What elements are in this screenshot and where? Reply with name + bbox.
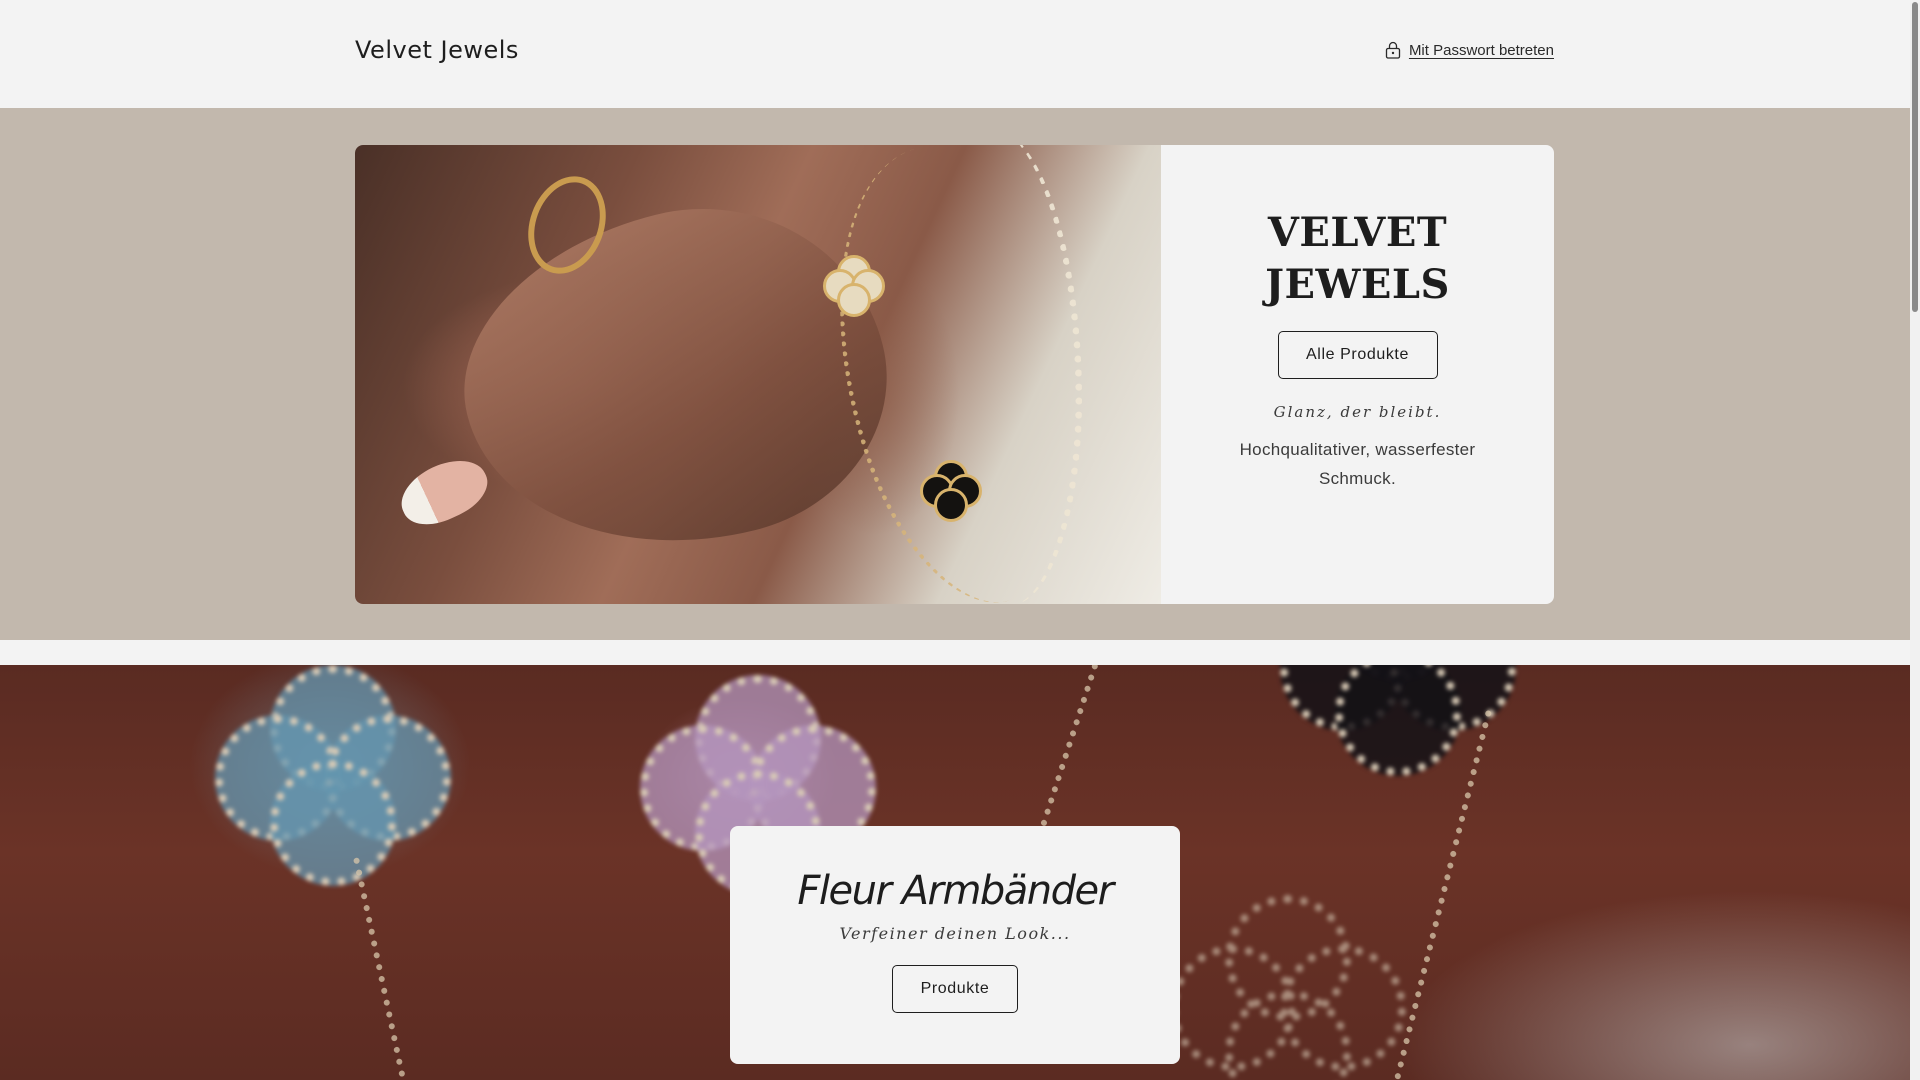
site-header: Velvet Jewels Mit Passwort betreten: [0, 0, 1910, 108]
hero-title: VELVET JEWELS: [1265, 209, 1450, 308]
hero-card: VELVET JEWELS Alle Produkte Glanz, der b…: [355, 145, 1554, 604]
hero-image: [355, 145, 1161, 604]
hero-description: Hochqualitativer, wasserfester Schmuck.: [1239, 440, 1476, 488]
gold-clover-charm-2: [1170, 895, 1406, 1080]
hero-tagline: Glanz, der bleibt.: [1273, 403, 1442, 421]
all-products-button[interactable]: Alle Produkte: [1277, 331, 1438, 379]
collection-title: Fleur Armbänder: [797, 868, 1114, 914]
lock-icon: [1385, 41, 1401, 59]
collection-subtitle: Verfeiner deinen Look...: [839, 924, 1071, 943]
scrollbar-thumb[interactable]: [1912, 2, 1918, 312]
gold-clover-charm: [823, 255, 885, 317]
page-scrollbar[interactable]: [1910, 0, 1920, 1080]
blue-clover-charm: [215, 665, 451, 886]
collection-card: Fleur Armbänder Verfeiner deinen Look...…: [730, 826, 1180, 1064]
password-login-link[interactable]: Mit Passwort betreten: [1385, 41, 1554, 59]
black-clover-charm-2: [1280, 665, 1516, 776]
black-clover-charm: [920, 460, 982, 522]
brand-logo[interactable]: Velvet Jewels: [355, 36, 519, 64]
products-button[interactable]: Produkte: [892, 965, 1018, 1013]
hero-text-panel: VELVET JEWELS Alle Produkte Glanz, der b…: [1161, 145, 1554, 604]
password-link-label: Mit Passwort betreten: [1408, 41, 1554, 59]
